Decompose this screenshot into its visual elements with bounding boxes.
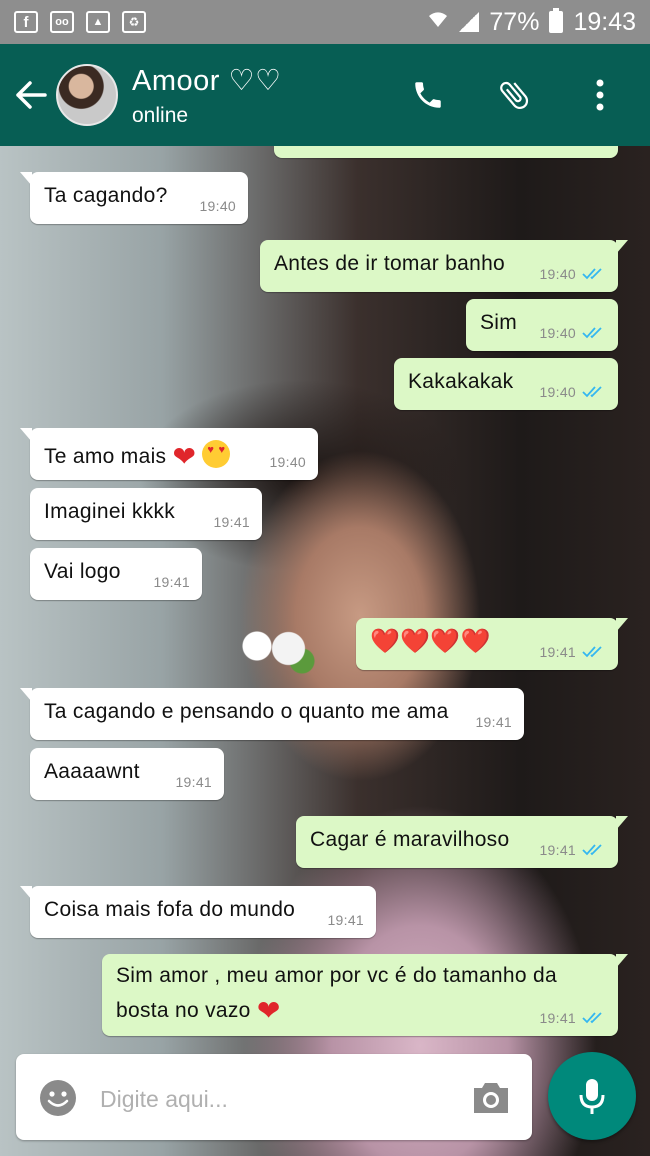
message-time: 19:41: [539, 644, 576, 660]
message-text: Kakakakak: [408, 370, 514, 393]
message-text: Antes de ir tomar banho: [274, 252, 506, 275]
contact-info[interactable]: Amoor ♡♡ online: [132, 63, 281, 128]
voice-message-button[interactable]: [548, 1052, 636, 1140]
message-text: Sim: [480, 311, 518, 334]
message-incoming[interactable]: Coisa mais fofa do mundo 19:41: [20, 886, 376, 938]
message-incoming[interactable]: Ta cagando e pensando o quanto me ama 19…: [20, 688, 524, 740]
voicemail-icon: oo: [50, 11, 74, 33]
signal-icon: [459, 12, 480, 32]
message-outgoing[interactable]: Sim amor , meu amor por vc é do tamanho …: [102, 954, 628, 1036]
battery-percent: 77%: [489, 7, 540, 36]
message-incoming[interactable]: Aaaaawnt 19:41: [30, 748, 224, 800]
message-text: Coisa mais fofa do mundo: [44, 898, 296, 921]
message-text-line-1: Sim amor , meu amor por vc é do tamanho …: [116, 964, 557, 987]
clock: 19:43: [573, 7, 636, 36]
message-text: Te amo mais: [44, 445, 167, 468]
double-check-read-icon: [582, 844, 602, 856]
contact-name: Amoor ♡♡: [132, 64, 282, 97]
emoji-button[interactable]: [38, 1078, 78, 1118]
message-outgoing[interactable]: Kakakakak 19:40: [394, 358, 618, 410]
message-time: 19:40: [199, 198, 236, 214]
message-time: 19:40: [269, 454, 306, 470]
message-text: ❤️❤️❤️❤️: [370, 628, 491, 655]
message-composer: [16, 1054, 532, 1140]
message-text: Ta cagando e pensando o quanto me ama: [44, 700, 449, 723]
message-text-line-2: bosta no vazo: [116, 999, 251, 1022]
image-icon: ▲: [86, 11, 110, 33]
message-outgoing[interactable]: ❤️❤️❤️❤️ 19:41: [356, 618, 628, 670]
wifi-icon: [427, 9, 449, 35]
microphone-icon: [579, 1079, 605, 1114]
message-text: Imaginei kkkk: [44, 500, 176, 523]
smiley-icon: [40, 1080, 76, 1116]
chat-header: Amoor ♡♡ online: [0, 44, 650, 146]
back-arrow-icon: [16, 81, 47, 109]
camera-icon: [474, 1083, 508, 1113]
more-vertical-icon: [596, 79, 604, 111]
back-button[interactable]: [6, 65, 56, 125]
recycle-icon: ♻: [122, 11, 146, 33]
camera-button[interactable]: [470, 1078, 512, 1118]
wallpaper-flower: [230, 626, 320, 676]
message-time: 19:41: [153, 574, 190, 590]
message-text: Ta cagando?: [44, 184, 168, 207]
message-bubble-partial: [274, 146, 618, 158]
message-outgoing[interactable]: Cagar é maravilhoso 19:41: [296, 816, 628, 868]
more-options-button[interactable]: [580, 75, 620, 115]
voice-call-button[interactable]: [408, 75, 448, 115]
double-check-read-icon: [582, 1012, 602, 1024]
double-check-read-icon: [582, 386, 602, 398]
message-time: 19:41: [327, 912, 364, 928]
header-actions: [408, 75, 620, 115]
message-input[interactable]: [100, 1082, 430, 1116]
message-time: 19:41: [539, 1010, 576, 1026]
message-incoming[interactable]: Imaginei kkkk 19:41: [30, 488, 262, 540]
message-text-row: Te amo mais ❤: [44, 440, 231, 473]
phone-icon: [415, 82, 441, 108]
battery-icon: [549, 8, 564, 33]
red-heart-emoji: ❤: [172, 441, 197, 472]
contact-status: online: [132, 103, 189, 127]
double-check-read-icon: [582, 327, 602, 339]
message-incoming[interactable]: Vai logo 19:41: [30, 548, 202, 600]
message-text-row: bosta no vazo ❤: [116, 994, 281, 1027]
notification-icons: f oo ▲ ♻: [14, 11, 146, 33]
double-check-read-icon: [582, 646, 602, 658]
message-incoming[interactable]: Ta cagando? 19:40: [20, 172, 248, 224]
message-time: 19:41: [475, 714, 512, 730]
message-time: 19:41: [539, 842, 576, 858]
attach-button[interactable]: [494, 75, 534, 115]
message-time: 19:41: [213, 514, 250, 530]
message-incoming[interactable]: Te amo mais ❤ 19:40: [20, 428, 318, 480]
double-check-read-icon: [582, 268, 602, 280]
message-time: 19:41: [175, 774, 212, 790]
paperclip-icon: [500, 81, 529, 110]
message-text: Aaaaawnt: [44, 760, 140, 783]
red-heart-emoji: ❤: [256, 995, 281, 1026]
heart-eyes-emoji: [202, 440, 231, 468]
message-time: 19:40: [539, 384, 576, 400]
message-text: Cagar é maravilhoso: [310, 828, 510, 851]
contact-avatar[interactable]: [56, 64, 118, 126]
status-bar: f oo ▲ ♻ 77% 19:43: [0, 0, 650, 44]
facebook-icon: f: [14, 11, 38, 33]
message-time: 19:40: [539, 325, 576, 341]
system-status: 77% 19:43: [427, 8, 636, 37]
message-outgoing[interactable]: Sim 19:40: [466, 299, 618, 351]
message-text: Vai logo: [44, 560, 121, 583]
message-time: 19:40: [539, 266, 576, 282]
message-outgoing[interactable]: Antes de ir tomar banho 19:40: [260, 240, 628, 292]
